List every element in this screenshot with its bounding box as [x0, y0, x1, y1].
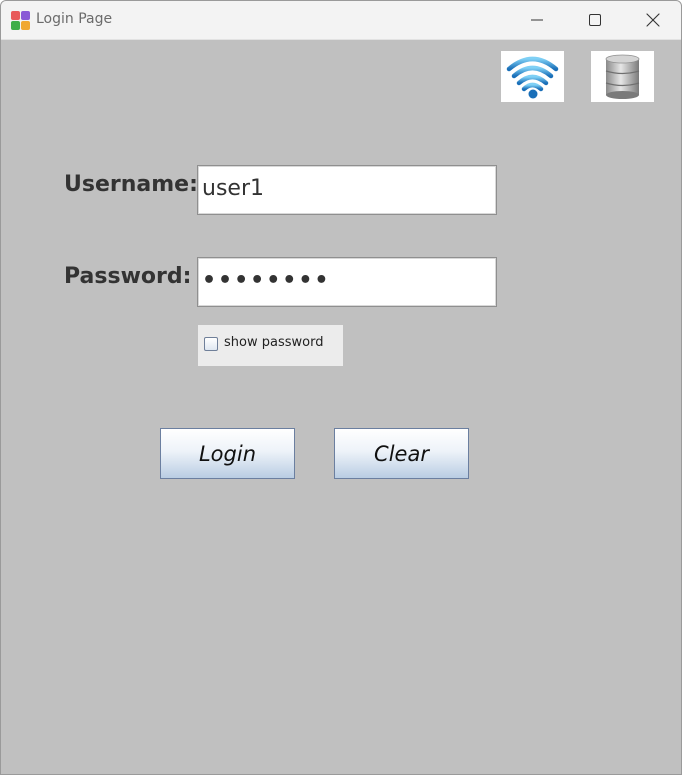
database-icon	[605, 54, 640, 99]
login-panel: Username: user1 Password: •••••••• show …	[1, 40, 681, 774]
minimize-button[interactable]	[508, 1, 566, 39]
close-icon	[646, 13, 660, 27]
show-password-checkbox[interactable]: show password	[198, 325, 343, 366]
database-status[interactable]	[591, 51, 654, 102]
login-window: Login Page Username: user1 Password: •••…	[0, 0, 682, 775]
close-button[interactable]	[624, 1, 681, 39]
login-button[interactable]: Login	[160, 428, 295, 479]
username-field[interactable]: user1	[197, 165, 497, 215]
password-value: ••••••••	[202, 268, 331, 293]
title-bar[interactable]: Login Page	[1, 1, 681, 40]
password-label: Password:	[64, 264, 192, 289]
show-password-checkbox-box[interactable]	[204, 337, 218, 351]
wifi-status[interactable]	[501, 51, 564, 102]
username-value: user1	[202, 176, 264, 201]
minimize-icon	[531, 19, 543, 21]
wifi-icon	[506, 56, 559, 99]
maximize-icon	[589, 14, 601, 26]
window-title: Login Page	[36, 11, 113, 27]
password-field[interactable]: ••••••••	[197, 257, 497, 307]
app-icon	[11, 11, 31, 31]
username-label: Username:	[64, 172, 198, 197]
maximize-button[interactable]	[566, 1, 624, 39]
clear-button-label: Clear	[374, 441, 429, 466]
clear-button[interactable]: Clear	[334, 428, 469, 479]
login-button-label: Login	[198, 441, 257, 466]
show-password-label: show password	[224, 335, 324, 350]
